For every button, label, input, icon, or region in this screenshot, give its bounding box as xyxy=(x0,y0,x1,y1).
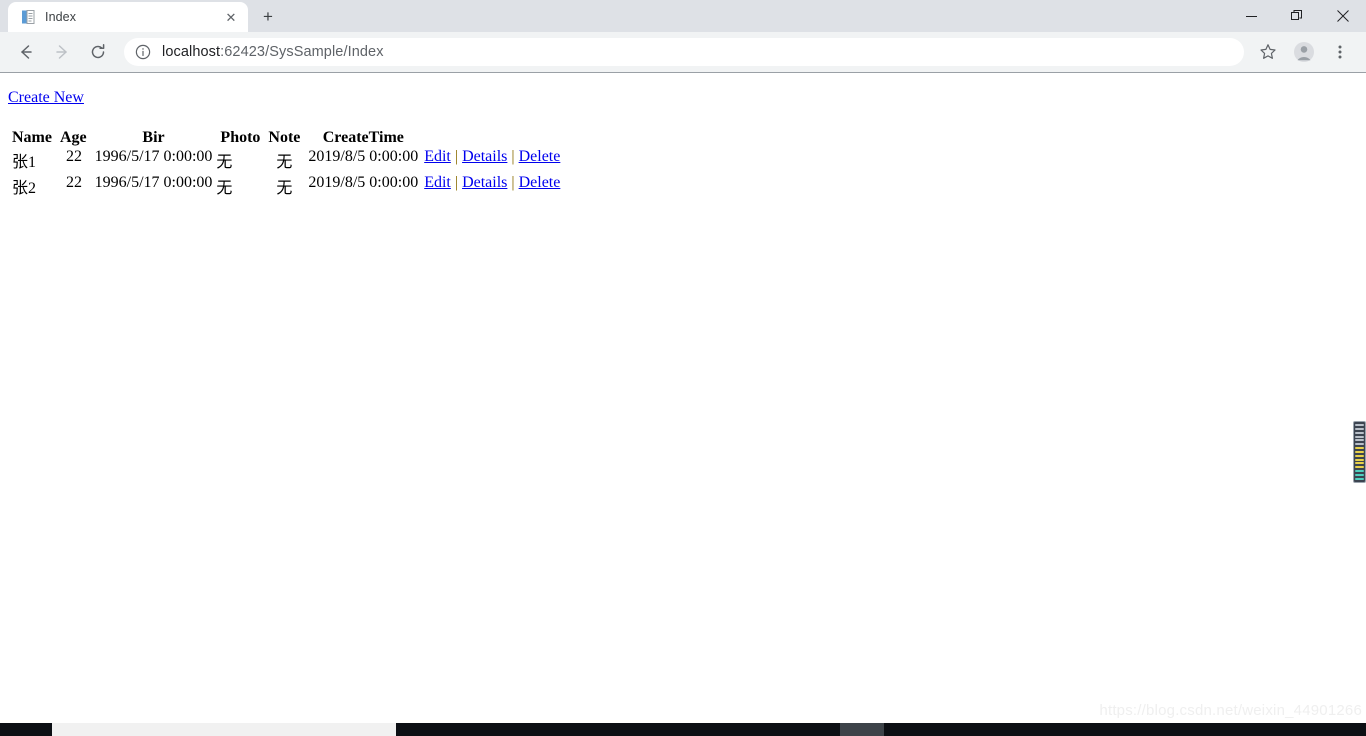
column-header-age: Age xyxy=(59,129,87,146)
cell-name: 张1 xyxy=(12,154,37,171)
taskbar-middle-segment xyxy=(396,723,840,736)
details-link[interactable]: Details xyxy=(462,174,507,191)
minimize-icon[interactable] xyxy=(1228,0,1274,32)
cell-age: 22 xyxy=(65,148,82,165)
window-controls xyxy=(1228,0,1366,32)
address-bar-url: localhost:62423/SysSample/Index xyxy=(162,44,384,60)
tab-strip: Index ✕ + xyxy=(0,0,1366,32)
page-icon xyxy=(20,9,36,25)
cell-bir: 1996/5/17 0:00:00 xyxy=(94,174,213,191)
cell-createtime: 2019/8/5 0:00:00 xyxy=(308,148,419,165)
forward-icon[interactable] xyxy=(46,36,78,68)
action-separator: | xyxy=(454,148,459,165)
edit-link[interactable]: Edit xyxy=(424,148,451,165)
delete-link[interactable]: Delete xyxy=(519,174,561,191)
url-path: :62423/SysSample/Index xyxy=(220,44,384,60)
cell-note: 无 xyxy=(276,180,293,197)
create-new-link[interactable]: Create New xyxy=(8,89,84,107)
cell-age: 22 xyxy=(65,174,82,191)
table-row: 张2 22 1996/5/17 0:00:00 无 无 2019/8/5 0:0… xyxy=(8,173,564,199)
page-content: Create New Name Age Bir Photo Note Creat… xyxy=(0,73,1366,723)
cell-actions: Edit | Details | Delete xyxy=(422,173,564,199)
address-bar[interactable]: localhost:62423/SysSample/Index xyxy=(124,38,1244,66)
action-separator: | xyxy=(511,174,515,191)
watermark-text: https://blog.csdn.net/weixin_44901266 xyxy=(1099,702,1362,719)
browser-tab[interactable]: Index ✕ xyxy=(8,2,248,32)
delete-link[interactable]: Delete xyxy=(519,148,561,165)
browser-window: Index ✕ + localhost:62423/SysSample/Inde… xyxy=(0,0,1366,736)
cell-photo: 无 xyxy=(216,154,233,171)
restore-icon[interactable] xyxy=(1274,0,1320,32)
column-header-actions xyxy=(422,129,564,147)
action-separator: | xyxy=(511,148,515,165)
edit-link[interactable]: Edit xyxy=(424,174,451,191)
taskbar-active-window-segment[interactable] xyxy=(52,723,396,736)
table-header: Name Age Bir Photo Note CreateTime xyxy=(8,129,564,147)
back-icon[interactable] xyxy=(10,36,42,68)
table-header-row: Name Age Bir Photo Note CreateTime xyxy=(8,129,564,147)
taskbar-start-segment[interactable] xyxy=(0,723,52,736)
cell-bir: 1996/5/17 0:00:00 xyxy=(94,148,213,165)
chrome-menu-icon[interactable] xyxy=(1325,37,1355,67)
side-meter-widget[interactable] xyxy=(1353,421,1366,483)
taskbar-highlight-segment[interactable] xyxy=(840,723,884,736)
column-header-photo: Photo xyxy=(220,129,261,146)
column-header-bir: Bir xyxy=(142,129,165,146)
details-link[interactable]: Details xyxy=(462,148,507,165)
browser-toolbar: localhost:62423/SysSample/Index xyxy=(0,32,1366,73)
column-header-note: Note xyxy=(268,129,301,146)
cell-note: 无 xyxy=(276,154,293,171)
taskbar xyxy=(0,723,1366,736)
table-row: 张1 22 1996/5/17 0:00:00 无 无 2019/8/5 0:0… xyxy=(8,147,564,173)
taskbar-tray-segment xyxy=(884,723,1366,736)
cell-createtime: 2019/8/5 0:00:00 xyxy=(308,174,419,191)
records-table: Name Age Bir Photo Note CreateTime 张1 22… xyxy=(8,129,564,199)
bookmark-star-icon[interactable] xyxy=(1253,37,1283,67)
cell-name: 张2 xyxy=(12,180,37,197)
url-host: localhost xyxy=(162,44,221,60)
close-icon[interactable]: ✕ xyxy=(222,8,240,26)
reload-icon[interactable] xyxy=(82,36,114,68)
action-separator: | xyxy=(454,174,459,191)
cell-photo: 无 xyxy=(216,180,233,197)
table-body: 张1 22 1996/5/17 0:00:00 无 无 2019/8/5 0:0… xyxy=(8,147,564,199)
profile-avatar-icon[interactable] xyxy=(1289,37,1319,67)
column-header-name: Name xyxy=(12,129,52,146)
column-header-createtime: CreateTime xyxy=(322,129,404,146)
tab-title: Index xyxy=(45,10,77,24)
close-window-icon[interactable] xyxy=(1320,0,1366,32)
cell-actions: Edit | Details | Delete xyxy=(422,147,564,173)
site-info-icon[interactable] xyxy=(135,44,151,60)
new-tab-button[interactable]: + xyxy=(254,2,282,30)
